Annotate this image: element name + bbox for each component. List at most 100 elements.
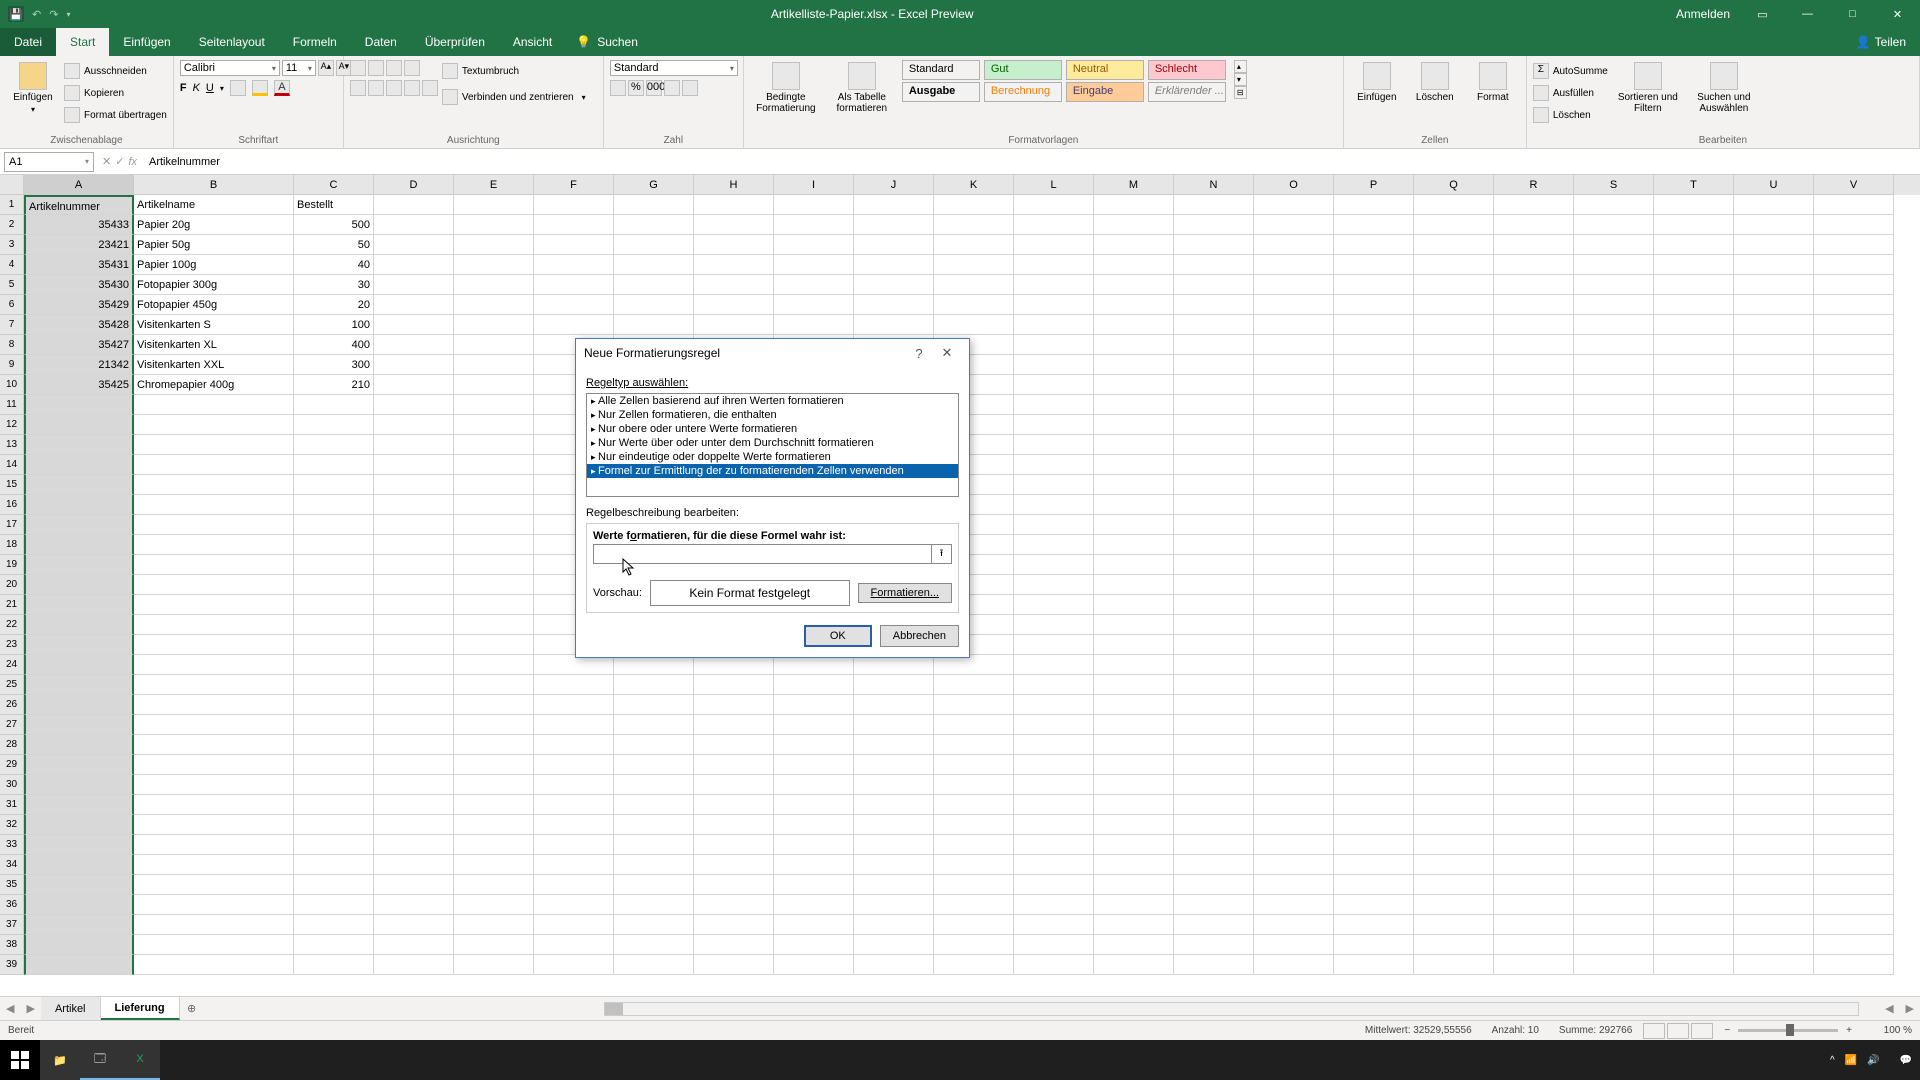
cell[interactable]: [1174, 235, 1254, 255]
cell[interactable]: [1094, 255, 1174, 275]
cell[interactable]: [454, 255, 534, 275]
cell[interactable]: [1494, 515, 1574, 535]
cell[interactable]: [1254, 555, 1334, 575]
cell[interactable]: [1814, 275, 1894, 295]
cell[interactable]: [1574, 595, 1654, 615]
cell[interactable]: [1414, 775, 1494, 795]
qat-more-icon[interactable]: ▾: [66, 10, 70, 19]
cell[interactable]: [374, 295, 454, 315]
cell[interactable]: [454, 515, 534, 535]
cell[interactable]: 50: [294, 235, 374, 255]
format-as-table-button[interactable]: Als Tabelle formatieren: [826, 60, 898, 116]
cell[interactable]: [1414, 555, 1494, 575]
cell[interactable]: 100: [294, 315, 374, 335]
cell[interactable]: [854, 715, 934, 735]
cell[interactable]: [374, 775, 454, 795]
cell[interactable]: [24, 755, 134, 775]
cell[interactable]: [854, 915, 934, 935]
save-icon[interactable]: 💾: [8, 6, 24, 22]
cell[interactable]: [1494, 315, 1574, 335]
cell[interactable]: [1254, 795, 1334, 815]
cell[interactable]: [1014, 535, 1094, 555]
cell[interactable]: [294, 535, 374, 555]
row-header[interactable]: 37: [0, 915, 24, 935]
cell[interactable]: [1174, 815, 1254, 835]
column-header-A[interactable]: A: [24, 175, 134, 195]
rule-type-option[interactable]: Nur Zellen formatieren, die enthalten: [587, 408, 958, 422]
cell[interactable]: [614, 315, 694, 335]
cell[interactable]: [934, 855, 1014, 875]
cell[interactable]: [774, 735, 854, 755]
cell[interactable]: [454, 295, 534, 315]
cell[interactable]: [294, 775, 374, 795]
cell[interactable]: [134, 915, 294, 935]
cell[interactable]: [1254, 815, 1334, 835]
cell[interactable]: [1414, 215, 1494, 235]
cell[interactable]: [1094, 895, 1174, 915]
cell[interactable]: [934, 795, 1014, 815]
cell[interactable]: [614, 655, 694, 675]
cell[interactable]: [1334, 575, 1414, 595]
cell[interactable]: Artikelnummer: [24, 195, 134, 215]
cell[interactable]: [694, 315, 774, 335]
cell[interactable]: [614, 955, 694, 975]
cell[interactable]: 20: [294, 295, 374, 315]
cell[interactable]: [1654, 655, 1734, 675]
tab-einfügen[interactable]: Einfügen: [109, 28, 184, 56]
cell[interactable]: [1814, 375, 1894, 395]
cell[interactable]: [1414, 935, 1494, 955]
cell[interactable]: [1414, 355, 1494, 375]
cell[interactable]: [934, 675, 1014, 695]
cell[interactable]: [1494, 855, 1574, 875]
cell[interactable]: Papier 100g: [134, 255, 294, 275]
accounting-icon[interactable]: [610, 80, 626, 96]
cell[interactable]: [1014, 215, 1094, 235]
cell[interactable]: [934, 875, 1014, 895]
style-eingabe[interactable]: Eingabe: [1066, 82, 1144, 102]
column-header-N[interactable]: N: [1174, 175, 1254, 195]
cell[interactable]: [1414, 755, 1494, 775]
cell[interactable]: [694, 855, 774, 875]
cell[interactable]: [1574, 855, 1654, 875]
cell[interactable]: [1734, 695, 1814, 715]
cell[interactable]: [1654, 475, 1734, 495]
cell[interactable]: [294, 395, 374, 415]
cell[interactable]: [534, 735, 614, 755]
cell[interactable]: [534, 715, 614, 735]
cell[interactable]: [694, 955, 774, 975]
row-header[interactable]: 38: [0, 935, 24, 955]
cell[interactable]: [1094, 715, 1174, 735]
cell[interactable]: [774, 255, 854, 275]
cell[interactable]: [1574, 915, 1654, 935]
cell[interactable]: [1174, 895, 1254, 915]
cell[interactable]: [134, 395, 294, 415]
cell[interactable]: Papier 50g: [134, 235, 294, 255]
cell[interactable]: [1174, 635, 1254, 655]
cell[interactable]: [1334, 855, 1414, 875]
cell[interactable]: [1494, 495, 1574, 515]
cell[interactable]: [134, 595, 294, 615]
cell[interactable]: [294, 955, 374, 975]
cell[interactable]: [534, 855, 614, 875]
cell[interactable]: [1014, 515, 1094, 535]
cell[interactable]: [1014, 855, 1094, 875]
cell[interactable]: [1014, 675, 1094, 695]
column-header-I[interactable]: I: [774, 175, 854, 195]
cell[interactable]: [24, 715, 134, 735]
cell[interactable]: [454, 875, 534, 895]
cell[interactable]: [934, 955, 1014, 975]
cell[interactable]: [1334, 455, 1414, 475]
taskbar-file-explorer[interactable]: 📁: [40, 1040, 80, 1080]
cell[interactable]: [1014, 475, 1094, 495]
cell[interactable]: [134, 775, 294, 795]
cell[interactable]: [854, 775, 934, 795]
cell[interactable]: [1654, 295, 1734, 315]
align-left-icon[interactable]: [350, 80, 366, 96]
cell[interactable]: [1174, 935, 1254, 955]
cell[interactable]: [294, 555, 374, 575]
cell[interactable]: [24, 555, 134, 575]
cell[interactable]: [1414, 595, 1494, 615]
cell[interactable]: [1494, 475, 1574, 495]
cell[interactable]: [1814, 395, 1894, 415]
scroll-left-icon[interactable]: ◀: [1879, 1002, 1899, 1015]
